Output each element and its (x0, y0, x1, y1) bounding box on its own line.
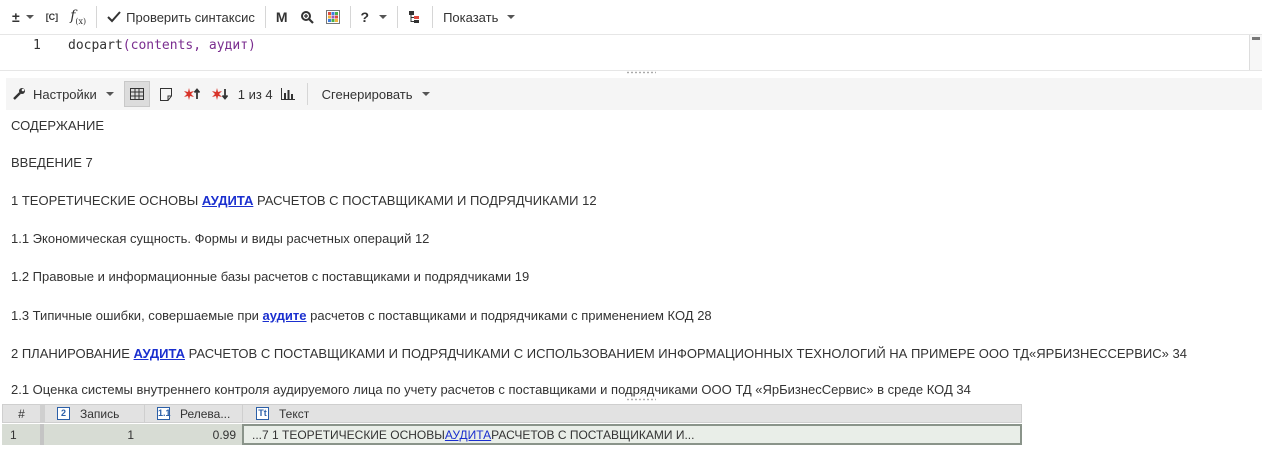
stats-button[interactable] (277, 81, 299, 107)
check-syntax-label: Проверить синтаксис (126, 9, 255, 25)
results-table: # 2 Запись 1.1 Релева... Tt Текст 1 1 0.… (2, 404, 1022, 446)
check-syntax-button[interactable]: Проверить синтаксис (101, 4, 261, 30)
search-highlight[interactable]: АУДИТА (202, 193, 253, 208)
table-icon (129, 88, 144, 100)
show-label: Показать (443, 9, 499, 25)
settings-label: Настройки (33, 86, 97, 102)
column-header-index[interactable]: # (3, 405, 41, 422)
generate-label: Сгенерировать (321, 86, 413, 102)
table-row[interactable]: 1 1 0.99 ...7 1 ТЕОРЕТИЧЕСКИЕ ОСНОВЫ АУД… (2, 424, 1022, 445)
prev-match-button[interactable] (178, 81, 206, 107)
search-highlight[interactable]: АУДИТА (134, 346, 185, 361)
cell-text[interactable]: ...7 1 ТЕОРЕТИЧЕСКИЕ ОСНОВЫ АУДИТА РАСЧЕ… (242, 424, 1022, 445)
number-type-icon: 2 (57, 407, 70, 420)
main-toolbar: ± [C] f(x) Проверить синтаксис M ? Показ… (0, 0, 1262, 34)
magnifier-icon (300, 11, 314, 24)
checkmark-icon (107, 11, 121, 23)
table-header: # 2 Запись 1.1 Релева... Tt Текст (2, 404, 1022, 423)
note-icon (159, 87, 172, 101)
highlight-down-icon (211, 88, 228, 100)
show-menu-button[interactable]: Показать (437, 4, 521, 30)
decimal-type-icon: 1.1 (157, 407, 171, 420)
toolbar-divider (349, 6, 351, 28)
bracket-c-icon: [C] (45, 12, 59, 22)
table-view-button[interactable] (123, 81, 150, 107)
match-pager: 1 из 4 (237, 86, 273, 102)
code-line[interactable]: docpart(contents, аудит) (68, 38, 256, 53)
line-gutter: 1 (0, 35, 58, 70)
query-editor[interactable]: 1 docpart(contents, аудит) (0, 34, 1262, 71)
document-line: 1.1 Экономическая сущность. Формы и виды… (11, 231, 430, 246)
chevron-down-icon (105, 92, 114, 96)
highlight-up-icon (183, 88, 200, 100)
toolbar-divider (96, 6, 98, 28)
chevron-down-icon (379, 15, 388, 19)
wrench-icon (13, 88, 25, 100)
tree-button[interactable] (402, 4, 428, 30)
editor-resize-handle[interactable] (626, 71, 656, 74)
document-line: 1.3 Типичные ошибки, совершаемые при ауд… (11, 308, 712, 323)
column-header-relevance[interactable]: 1.1 Релева... (145, 405, 243, 422)
bar-chart-icon (280, 88, 295, 100)
plusminus-menu-button[interactable]: ± (6, 4, 40, 30)
cell-index: 1 (2, 424, 40, 445)
cell-relevance[interactable]: 0.99 (144, 424, 242, 445)
toolbar-divider (264, 6, 266, 28)
toolbar-divider (306, 83, 308, 105)
grid-color-button[interactable] (320, 4, 346, 30)
document-line: 1.2 Правовые и информационные базы расче… (11, 269, 530, 284)
cell-record[interactable]: 1 (44, 424, 144, 445)
color-grid-icon (325, 10, 340, 24)
document-line: 1 ТЕОРЕТИЧЕСКИЕ ОСНОВЫ АУДИТА РАСЧЕТОВ С… (11, 193, 597, 208)
result-toolbar: Настройки 1 из 4 Сгенерировать (6, 78, 1262, 110)
chevron-down-icon (421, 92, 430, 96)
document-line: СОДЕРЖАНИЕ (11, 118, 105, 133)
search-highlight[interactable]: аудите (263, 308, 307, 323)
help-menu-button[interactable]: ? (355, 4, 394, 30)
document-line: 2.1 Оценка системы внутреннего контроля … (11, 382, 971, 397)
help-icon: ? (360, 9, 370, 25)
toolbar-divider (432, 6, 434, 28)
zoom-button[interactable] (294, 4, 320, 30)
match-link[interactable]: АУДИТА (445, 428, 491, 442)
line-number: 1 (33, 38, 41, 53)
settings-menu-button[interactable]: Настройки (6, 81, 120, 107)
function-button[interactable]: f(x) (64, 4, 92, 30)
m-button[interactable]: M (270, 4, 294, 30)
plusminus-icon: ± (12, 9, 20, 25)
next-match-button[interactable] (206, 81, 234, 107)
toolbar-divider (397, 6, 399, 28)
document-line: ВВЕДЕНИЕ 7 (11, 155, 93, 170)
editor-scrollbar[interactable] (1249, 35, 1262, 70)
chevron-down-icon (25, 15, 34, 19)
code-function: docpart (68, 38, 123, 53)
column-header-record[interactable]: 2 Запись (45, 405, 145, 422)
code-c-button[interactable]: [C] (40, 4, 65, 30)
column-header-text[interactable]: Tt Текст (243, 405, 1021, 422)
chevron-down-icon (507, 15, 516, 19)
generate-menu-button[interactable]: Сгенерировать (316, 81, 436, 107)
function-icon: f(x) (70, 8, 87, 26)
document-line: 2 ПЛАНИРОВАНИЕ АУДИТА РАСЧЕТОВ С ПОСТАВЩ… (11, 346, 1187, 361)
code-arguments: (contents, аудит) (122, 38, 256, 53)
text-type-icon: Tt (256, 407, 269, 420)
document-view-button[interactable] (154, 81, 178, 107)
results-resize-handle[interactable] (626, 398, 656, 401)
tree-icon (409, 11, 420, 23)
m-icon: M (275, 9, 288, 25)
